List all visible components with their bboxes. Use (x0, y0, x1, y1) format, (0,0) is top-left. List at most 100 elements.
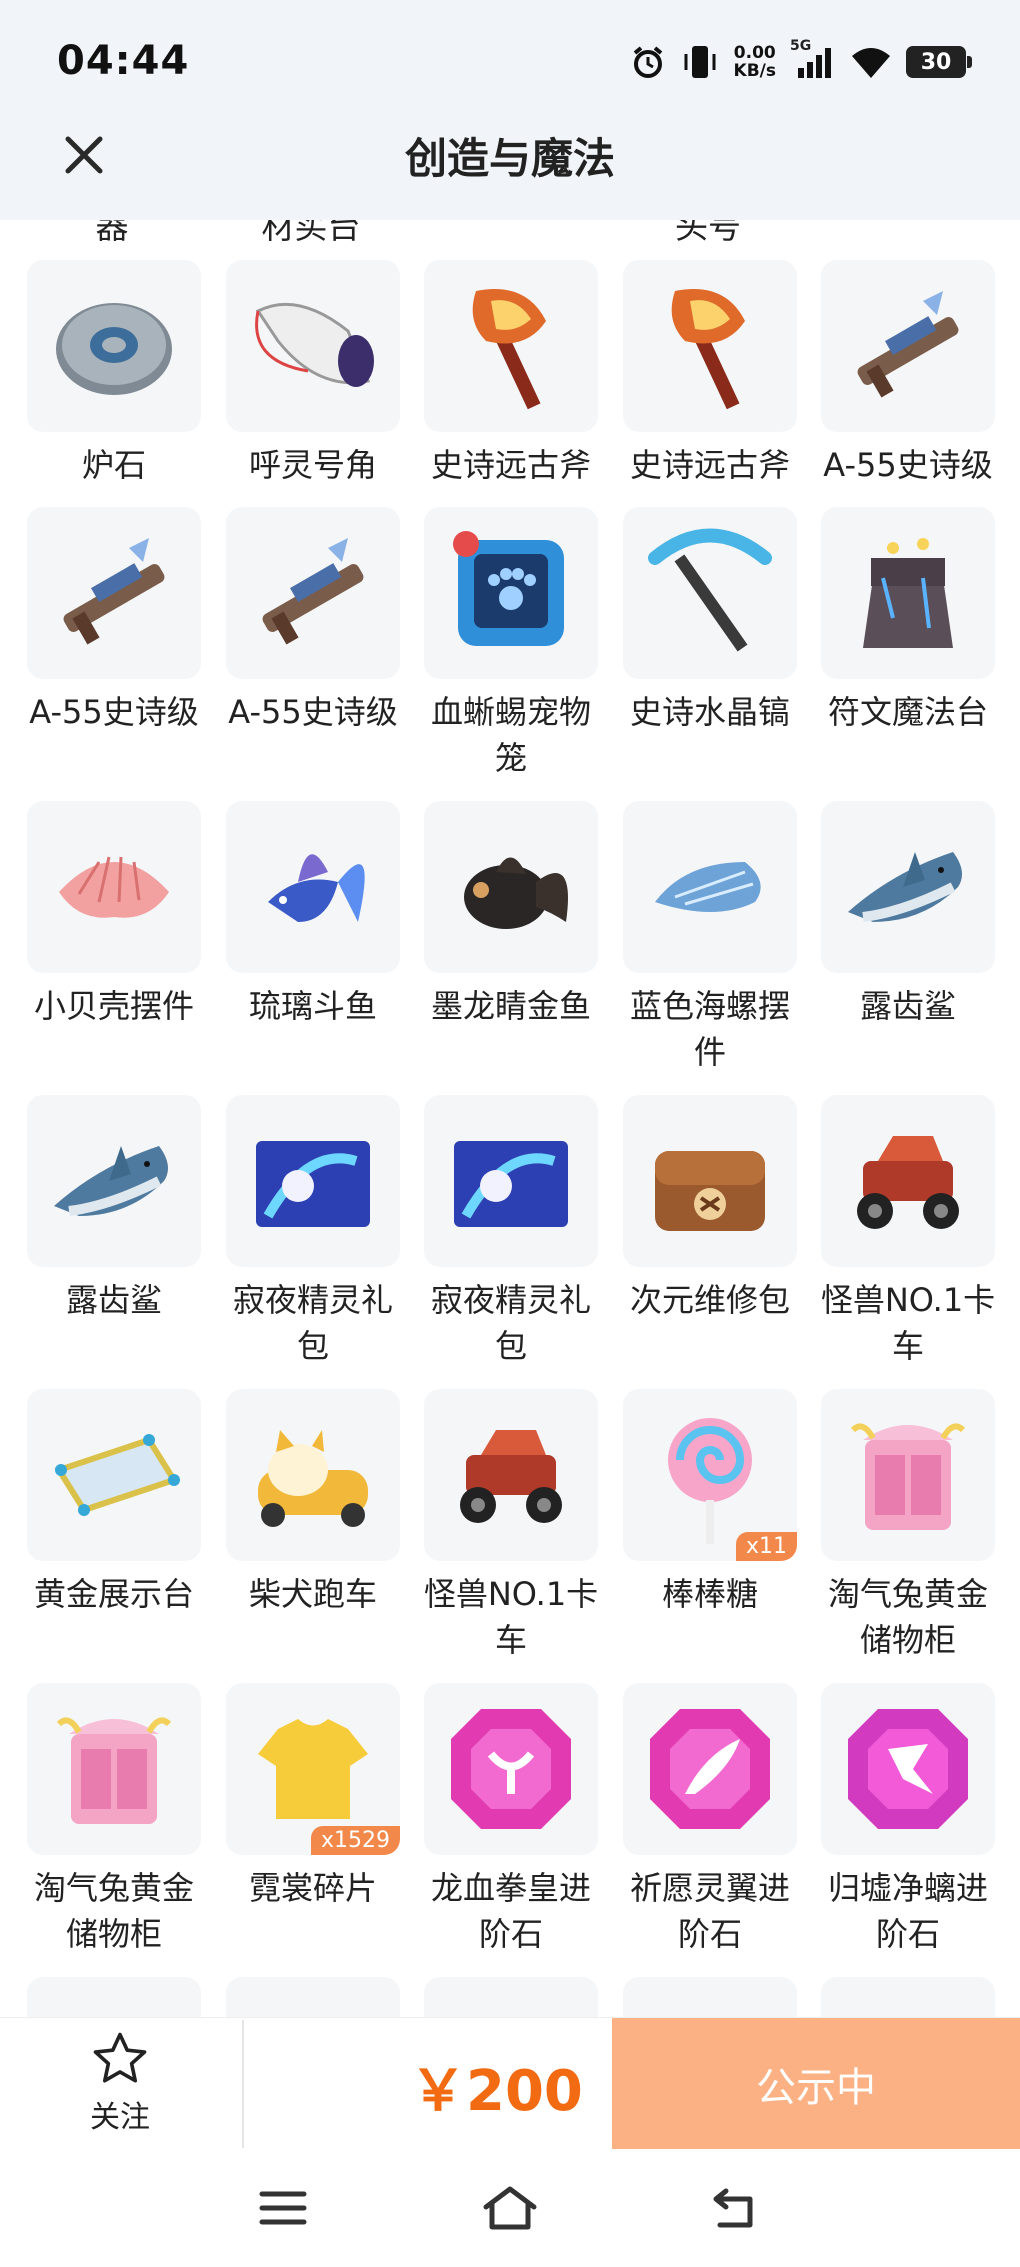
item-card[interactable]: 怪兽NO.1卡车 (821, 1095, 995, 1369)
item-label: 次元维修包 (629, 1281, 790, 1319)
item-card[interactable]: 呼灵号角 (226, 260, 400, 488)
item-label: 归墟净螭进阶石 (827, 1869, 988, 1953)
follow-button[interactable]: 关注 (60, 2028, 180, 2148)
item-label: 霓裳碎片 (248, 1869, 377, 1907)
item-card[interactable]: 符文魔法台 (821, 507, 995, 735)
item-card[interactable]: 炉石 (27, 260, 201, 488)
item-thumbnail (27, 1977, 201, 2017)
wifi-icon (852, 48, 890, 78)
item-label: 史诗远古斧 (430, 446, 591, 484)
item-card-partial[interactable] (623, 1977, 797, 2017)
partial-row-labels: 器 材买台 头号 (0, 220, 1020, 250)
network-speed: 0.00 KB/s (733, 43, 776, 81)
item-thumbnail: x11 (623, 1389, 797, 1561)
back-button[interactable] (700, 2176, 770, 2240)
item-grid: 器 材买台 头号 炉石 呼灵号角 史诗远古斧 史诗远古斧 A-55史诗级 A-55史诗级 A… (0, 220, 1020, 2017)
item-card[interactable]: 祈愿灵翼进阶石 (623, 1683, 797, 1957)
bottom-bar: 关注 ￥200 公示中 (0, 2017, 1020, 2150)
shark-icon (848, 852, 962, 922)
item-thumbnail (623, 801, 797, 973)
lollipop-icon (668, 1418, 752, 1544)
item-label: A-55史诗级 (29, 693, 199, 731)
item-label: 怪兽NO.1卡车 (820, 1281, 996, 1365)
item-card[interactable]: 蓝色海螺摆件 (623, 801, 797, 1075)
status-time: 04:44 (57, 38, 190, 84)
home-button[interactable] (475, 2176, 545, 2240)
item-card[interactable]: 寂夜精灵礼包 (424, 1095, 598, 1369)
item-card[interactable]: 次元维修包 (623, 1095, 797, 1323)
item-label: 墨龙睛金鱼 (430, 987, 591, 1025)
star-icon (93, 2032, 147, 2083)
item-label: A-55史诗级 (823, 446, 993, 484)
item-card[interactable]: x11 棒棒糖 (623, 1389, 797, 1617)
monster-truck-icon (460, 1430, 562, 1523)
item-card[interactable]: 归墟净螭进阶石 (821, 1683, 995, 1957)
item-thumbnail (424, 1389, 598, 1561)
item-card[interactable]: 怪兽NO.1卡车 (424, 1389, 598, 1663)
gift-box-icon (454, 1141, 568, 1227)
item-thumbnail (821, 1095, 995, 1267)
item-card[interactable]: 琉璃斗鱼 (226, 801, 400, 1029)
item-card-partial[interactable] (424, 1977, 598, 2017)
item-label: 露齿鲨 (859, 987, 956, 1025)
item-card[interactable]: 龙血拳皇进阶石 (424, 1683, 598, 1957)
item-card[interactable]: 寂夜精灵礼包 (226, 1095, 400, 1369)
item-card[interactable]: A-55史诗级 (821, 260, 995, 488)
item-card[interactable]: 淘气兔黄金储物柜 (821, 1389, 995, 1663)
rifle-icon (857, 291, 959, 398)
item-card-partial[interactable] (226, 1977, 400, 2017)
item-card[interactable]: 史诗远古斧 (424, 260, 598, 488)
item-thumbnail: x1529 (226, 1683, 400, 1855)
menu-button[interactable] (248, 2176, 318, 2240)
item-label: 史诗远古斧 (629, 446, 790, 484)
item-card[interactable]: 史诗水晶镐 (623, 507, 797, 735)
item-card-partial[interactable] (821, 1977, 995, 2017)
item-label: 材买台 (261, 220, 361, 246)
item-thumbnail (27, 1095, 201, 1267)
item-thumbnail (821, 260, 995, 432)
item-card[interactable]: 黄金展示台 (27, 1389, 201, 1617)
item-card[interactable]: 血蜥蜴宠物笼 (424, 507, 598, 781)
item-thumbnail (821, 1389, 995, 1561)
item-card[interactable]: A-55史诗级 (27, 507, 201, 735)
item-thumbnail (27, 801, 201, 973)
gem-claw-icon (848, 1709, 968, 1829)
item-card[interactable]: 史诗远古斧 (623, 260, 797, 488)
item-card[interactable]: 柴犬跑车 (226, 1389, 400, 1617)
item-card[interactable]: 露齿鲨 (27, 1095, 201, 1323)
item-thumbnail (424, 260, 598, 432)
item-card[interactable]: 露齿鲨 (821, 801, 995, 1029)
monster-truck-icon (857, 1136, 959, 1229)
item-card[interactable]: 墨龙睛金鱼 (424, 801, 598, 1029)
conch-icon (655, 862, 761, 912)
header: 创造与魔法 (0, 115, 1020, 220)
vibrate-icon (684, 46, 716, 78)
item-label: 血蜥蜴宠物笼 (430, 693, 591, 777)
repair-bag-icon (655, 1151, 765, 1231)
item-card[interactable]: A-55史诗级 (226, 507, 400, 735)
item-label: 祈愿灵翼进阶石 (629, 1869, 790, 1953)
item-label: 符文魔法台 (827, 693, 988, 731)
item-card[interactable]: 小贝壳摆件 (27, 801, 201, 1029)
item-thumbnail (623, 260, 797, 432)
system-nav-bar (0, 2150, 1020, 2267)
goldfish-icon (464, 857, 568, 929)
item-label: 露齿鲨 (65, 1281, 162, 1319)
item-thumbnail (424, 801, 598, 973)
item-thumbnail (27, 1683, 201, 1855)
item-thumbnail (821, 1683, 995, 1855)
item-card-partial[interactable] (27, 1977, 201, 2017)
pet-cage-icon (453, 531, 564, 646)
publicity-status-button[interactable]: 公示中 (612, 2018, 1020, 2149)
item-thumbnail (226, 1095, 400, 1267)
battery-icon: 30 (906, 46, 972, 78)
item-thumbnail (821, 801, 995, 973)
item-label: 柴犬跑车 (248, 1575, 377, 1613)
item-thumbnail (623, 1977, 797, 2017)
quantity-badge: x11 (735, 1532, 797, 1561)
axe-icon (671, 289, 745, 410)
item-card[interactable]: x1529 霓裳碎片 (226, 1683, 400, 1911)
item-thumbnail (821, 507, 995, 679)
item-card[interactable]: 淘气兔黄金储物柜 (27, 1683, 201, 1957)
item-thumbnail (424, 1977, 598, 2017)
